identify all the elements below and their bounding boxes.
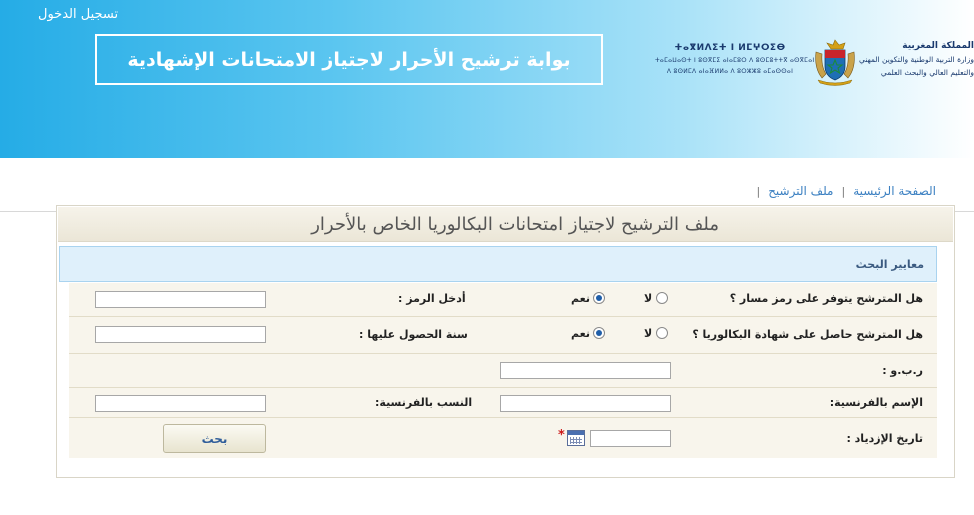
required-asterisk: * xyxy=(558,428,565,443)
cin-input[interactable] xyxy=(500,362,671,379)
form-row-names: الإسم بالفرنسية: النسب بالفرنسية: xyxy=(69,388,937,418)
breadcrumb-end-separator: | xyxy=(756,184,761,198)
firstname-fr-label: الإسم بالفرنسية: xyxy=(829,396,923,409)
tifinagh-line-1: ⵜⴰⴳⵍⴷⵉⵜ ⵏ ⵍⵎⵖⵔⵉⴱ xyxy=(674,43,786,53)
form-row-bac: هل المترشح حاصل على شهادة البكالوريا ؟ ل… xyxy=(69,317,937,354)
massar-yes-radio[interactable] xyxy=(593,292,605,304)
breadcrumb-home-link[interactable]: الصفحة الرئيسية xyxy=(853,184,936,198)
bac-no-label: لا xyxy=(644,327,653,340)
login-link[interactable]: تسجيل الدخول xyxy=(38,7,118,22)
bac-year-label: سنة الحصول عليها : xyxy=(359,328,468,341)
form-row-birthdate: تاريخ الإزدياد : * بحث xyxy=(69,418,937,458)
tifinagh-ministry-name: ⵜⴰⴳⵍⴷⵉⵜ ⵏ ⵍⵎⵖⵔⵉⴱ ⵜⴰⵎⴰⵡⴰⵙⵜ ⵏ ⵓⵙⴳⵎⵉ ⴰⵏⴰⵎⵓⵔ… xyxy=(655,43,815,75)
ministry-line-3: والتعليم العالي والبحث العلمي xyxy=(880,68,974,77)
birthdate-label: تاريخ الإزدياد : xyxy=(846,432,923,445)
panel-title: ملف الترشيح لاجتياز امتحانات البكالوريا … xyxy=(58,207,953,242)
ministry-line-2: وزارة التربية الوطنية والتكوين المهني xyxy=(858,55,974,64)
cin-label: ر.ب.و : xyxy=(882,364,923,377)
massar-no-radio[interactable] xyxy=(656,292,668,304)
massar-yes-label: نعم xyxy=(571,292,590,305)
site-header: تسجيل الدخول بوابة ترشيح الأحرار لاجتياز… xyxy=(0,0,974,158)
code-input[interactable] xyxy=(95,291,266,308)
calendar-icon[interactable] xyxy=(567,430,585,446)
portal-title: بوابة ترشيح الأحرار لاجتياز الامتحانات ا… xyxy=(127,48,571,71)
massar-no-label: لا xyxy=(644,292,653,305)
search-form: هل المترشح يتوفر على رمز مسار ؟ لا نعم أ… xyxy=(69,283,937,458)
breadcrumb-current-link[interactable]: ملف الترشيح xyxy=(768,184,833,198)
code-label: أدخل الرمز : xyxy=(398,292,466,305)
search-button[interactable]: بحث xyxy=(163,424,266,453)
breadcrumb: الصفحة الرئيسية | ملف الترشيح | xyxy=(756,184,936,198)
tifinagh-line-3: ⴷ ⵓⵙⵍⵎⴷ ⴰⵏⴰⴼⵍⵍⴰ ⴷ ⵓⵔⵣⵣⵓ ⴰⵎⴰⵙⵙⴰⵏ xyxy=(666,68,794,75)
birthdate-input[interactable] xyxy=(590,430,671,447)
lastname-fr-input[interactable] xyxy=(95,395,266,412)
breadcrumb-separator: | xyxy=(841,184,846,198)
massar-question-label: هل المترشح يتوفر على رمز مسار ؟ xyxy=(729,292,923,305)
lastname-fr-label: النسب بالفرنسية: xyxy=(375,396,473,409)
form-row-massar: هل المترشح يتوفر على رمز مسار ؟ لا نعم أ… xyxy=(69,283,937,317)
ministry-name-arabic: المملكة المغربية وزارة التربية الوطنية و… xyxy=(858,41,974,77)
bac-yes-label: نعم xyxy=(571,327,590,340)
bac-yes-radio[interactable] xyxy=(593,327,605,339)
tifinagh-line-2: ⵜⴰⵎⴰⵡⴰⵙⵜ ⵏ ⵓⵙⴳⵎⵉ ⴰⵏⴰⵎⵓⵔ ⴷ ⵓⵙⵎⵓⵜⵜⴳ ⴰⵙⴳⵎⴰⵏ xyxy=(655,57,815,64)
bac-no-radio[interactable] xyxy=(656,327,668,339)
portal-title-box: بوابة ترشيح الأحرار لاجتياز الامتحانات ا… xyxy=(95,34,603,85)
firstname-fr-input[interactable] xyxy=(500,395,671,412)
bac-question-label: هل المترشح حاصل على شهادة البكالوريا ؟ xyxy=(692,328,923,341)
ministry-line-1: المملكة المغربية xyxy=(902,41,974,51)
search-criteria-header: معايير البحث xyxy=(59,246,937,282)
bac-year-input[interactable] xyxy=(95,326,266,343)
moroccan-coat-of-arms-icon xyxy=(815,39,855,86)
form-row-cin: ر.ب.و : xyxy=(69,354,937,388)
